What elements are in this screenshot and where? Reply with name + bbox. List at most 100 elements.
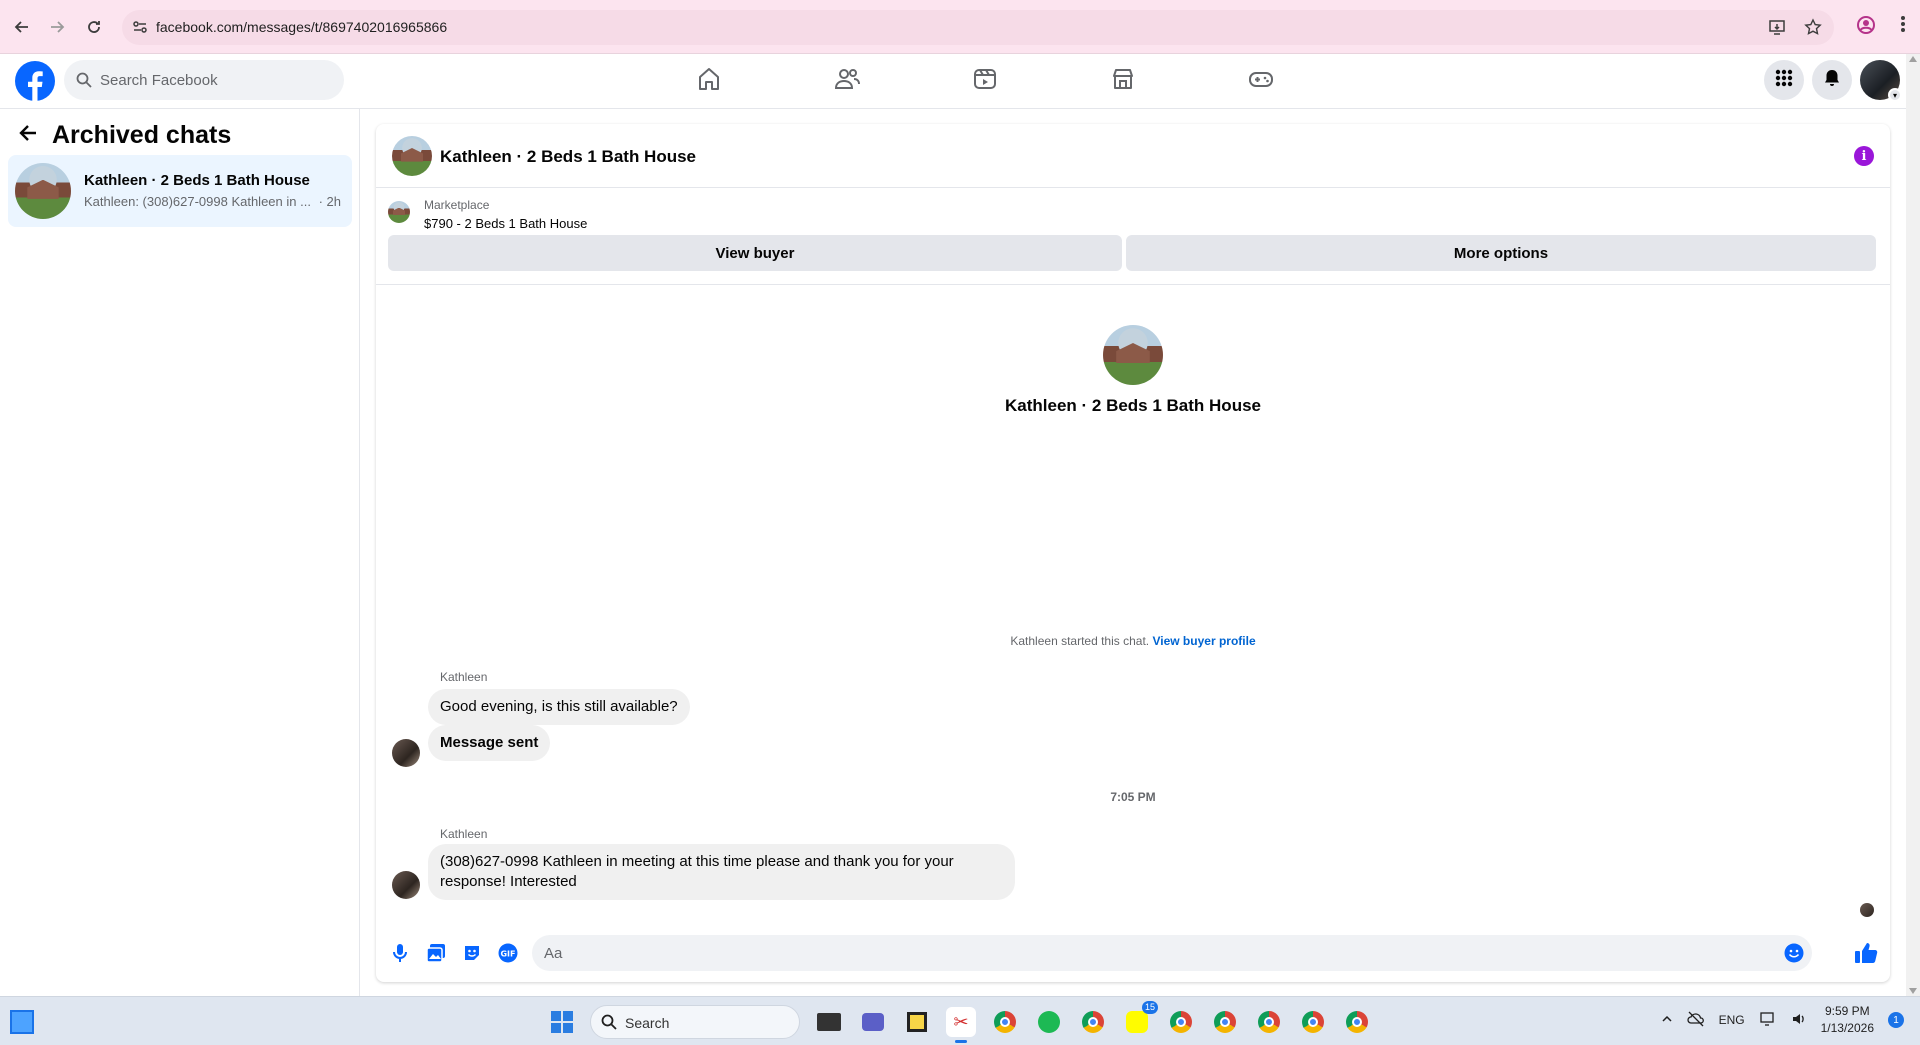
message-input[interactable]: [544, 935, 1744, 971]
taskbar-snipping-tool[interactable]: ✂: [946, 1007, 976, 1043]
message-bubble[interactable]: Good evening, is this still available?: [428, 689, 690, 725]
view-buyer-profile-link[interactable]: View buyer profile: [1152, 634, 1255, 648]
chat-name: Kathleen · 2 Beds 1 Bath House: [84, 172, 310, 189]
marketplace-label: Marketplace: [424, 198, 490, 212]
intro-avatar[interactable]: [1103, 325, 1163, 385]
network-icon[interactable]: [1759, 1011, 1777, 1030]
more-options-button[interactable]: More options: [1126, 235, 1876, 271]
seen-indicator: [1860, 903, 1874, 917]
info-icon[interactable]: i: [1854, 146, 1874, 166]
chat-list-item[interactable]: Kathleen · 2 Beds 1 Bath House Kathleen:…: [8, 155, 352, 227]
windows-start-icon[interactable]: [550, 1010, 574, 1039]
back-icon[interactable]: [8, 13, 36, 41]
install-app-icon[interactable]: [1768, 18, 1786, 41]
clock-time: 9:59 PM: [1824, 1004, 1870, 1018]
taskbar-chrome-profile-1[interactable]: [1078, 1007, 1108, 1037]
volume-icon[interactable]: [1791, 1011, 1807, 1030]
marketplace-bar: Marketplace $790 - 2 Beds 1 Bath House V…: [376, 188, 1890, 285]
taskbar-chrome[interactable]: [990, 1007, 1020, 1037]
nav-video[interactable]: [916, 54, 1054, 109]
grid-menu-icon: [1774, 68, 1794, 93]
conversation-title[interactable]: Kathleen · 2 Beds 1 Bath House: [440, 147, 696, 167]
facebook-logo-icon[interactable]: [15, 61, 55, 101]
sidebar-title: Archived chats: [52, 121, 232, 149]
taskbar-chrome-profile-3[interactable]: [1210, 1007, 1240, 1037]
taskbar-search-label: Search: [625, 1015, 670, 1031]
search-icon: [601, 1014, 617, 1035]
message-bubble[interactable]: (308)627-0998 Kathleen in meeting at thi…: [428, 844, 1015, 900]
sticker-icon[interactable]: [460, 941, 484, 965]
chat-preview-text: Kathleen: (308)627-0998 Kathleen in ...: [84, 194, 311, 209]
svg-text:GIF: GIF: [500, 950, 515, 959]
facebook-top-nav: ▾: [0, 54, 1906, 109]
taskbar-chrome-profile-6[interactable]: [1342, 1007, 1372, 1037]
url-text[interactable]: facebook.com/messages/t/8697402016965866: [156, 19, 447, 35]
account-avatar[interactable]: ▾: [1860, 60, 1902, 102]
notifications-button[interactable]: [1812, 60, 1852, 100]
nav-home[interactable]: [640, 54, 778, 109]
chat-avatar: [15, 163, 71, 219]
message-input-wrapper[interactable]: [532, 935, 1812, 971]
address-bar[interactable]: facebook.com/messages/t/8697402016965866: [122, 10, 1834, 45]
message-bubble[interactable]: Message sent: [428, 725, 551, 761]
taskbar-sticky-notes[interactable]: [902, 1007, 932, 1037]
taskbar-search[interactable]: Search: [590, 1005, 800, 1039]
search-input[interactable]: [100, 60, 330, 100]
nav-gaming[interactable]: [1192, 54, 1330, 109]
conversation-avatar[interactable]: [392, 136, 432, 176]
notification-count[interactable]: 1: [1888, 1012, 1904, 1028]
facebook-search[interactable]: [64, 60, 344, 100]
browser-profile-icon[interactable]: [1856, 15, 1876, 40]
like-icon[interactable]: [1852, 939, 1880, 967]
menu-button[interactable]: [1764, 60, 1804, 100]
view-buyer-button[interactable]: View buyer: [388, 235, 1122, 271]
listing-thumbnail: [388, 201, 410, 223]
browser-chrome: facebook.com/messages/t/8697402016965866: [0, 0, 1920, 54]
site-settings-icon[interactable]: [132, 19, 148, 40]
snapchat-badge: 15: [1141, 1001, 1158, 1014]
taskbar-file-explorer[interactable]: [814, 1007, 844, 1037]
chat-preview: Kathleen: (308)627-0998 Kathleen in ... …: [84, 194, 341, 209]
browser-menu-icon[interactable]: [1900, 14, 1906, 39]
taskbar-chrome-profile-2[interactable]: [1166, 1007, 1196, 1037]
back-arrow-icon[interactable]: [18, 123, 38, 148]
chats-sidebar: Archived chats Kathleen · 2 Beds 1 Bath …: [0, 109, 360, 996]
listing-title[interactable]: $790 - 2 Beds 1 Bath House: [424, 216, 587, 231]
taskbar-clock[interactable]: 9:59 PM 1/13/2026: [1821, 1003, 1874, 1037]
message-sender: Kathleen: [440, 670, 488, 684]
bookmark-star-icon[interactable]: [1804, 18, 1822, 41]
cloud-offline-icon[interactable]: [1687, 1011, 1705, 1030]
chrome-icon: [1258, 1011, 1280, 1033]
photo-icon[interactable]: [424, 941, 448, 965]
nav-marketplace[interactable]: [1054, 54, 1192, 109]
forward-icon[interactable]: [43, 13, 71, 41]
video-icon: [972, 66, 998, 97]
chevron-up-icon[interactable]: [1661, 1013, 1673, 1028]
page-scrollbar[interactable]: [1906, 54, 1920, 996]
taskbar-chrome-profile-5[interactable]: [1298, 1007, 1328, 1037]
nav-friends[interactable]: [778, 54, 916, 109]
chat-time: · 2h: [318, 194, 341, 209]
microphone-icon[interactable]: [388, 941, 412, 965]
scissors-icon: ✂: [953, 1011, 969, 1032]
snapchat-icon: [1126, 1011, 1148, 1033]
message-composer: GIF: [376, 931, 1890, 975]
taskbar-snapchat[interactable]: 15: [1122, 1001, 1158, 1037]
gif-icon[interactable]: GIF: [496, 941, 520, 965]
chrome-icon: [994, 1011, 1016, 1033]
emoji-icon[interactable]: [1784, 943, 1804, 968]
sender-avatar[interactable]: [392, 739, 420, 767]
search-icon: [76, 72, 92, 93]
taskbar-chrome-profile-4[interactable]: [1254, 1007, 1284, 1037]
taskbar-teams[interactable]: [858, 1007, 888, 1037]
language-indicator[interactable]: ENG: [1719, 1013, 1745, 1027]
widgets-icon[interactable]: [10, 1010, 34, 1034]
conversation-panel: Kathleen · 2 Beds 1 Bath House i Marketp…: [376, 124, 1890, 982]
sender-avatar[interactable]: [392, 871, 420, 899]
folder-icon: [817, 1013, 841, 1031]
system-text: Kathleen started this chat.: [1010, 634, 1150, 648]
chrome-icon: [1170, 1011, 1192, 1033]
reload-icon[interactable]: [80, 13, 108, 41]
home-icon: [696, 66, 722, 97]
taskbar-spotify[interactable]: [1034, 1007, 1064, 1037]
